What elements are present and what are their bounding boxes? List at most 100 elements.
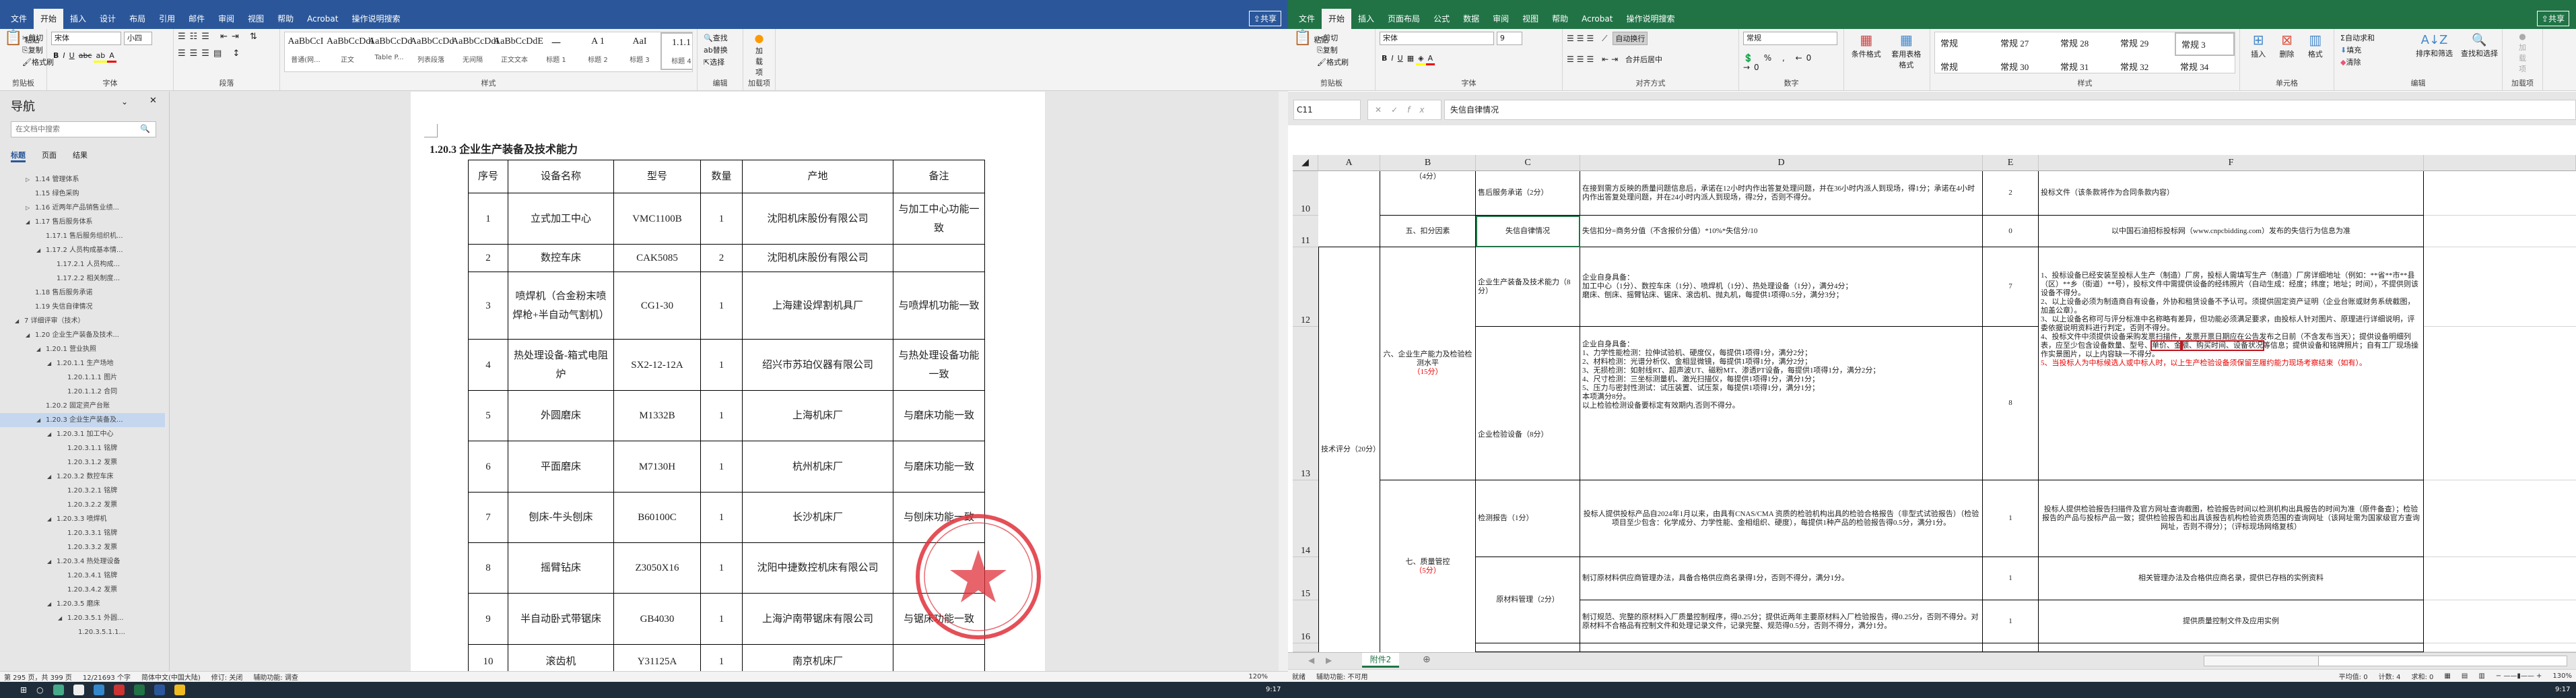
ribbon-tab[interactable]: 文件 [1292,9,1322,29]
list-buttons[interactable]: ☰☷☰ ⇤⇥ ⇅ [178,32,275,42]
cell-e17[interactable] [1983,643,2039,652]
nav-heading-item[interactable]: 1.19 失信自律情况 [0,300,165,314]
style-item[interactable]: 一标题 1 [535,32,577,70]
expand-caret-icon[interactable]: ◢ [36,413,40,427]
fill-button[interactable]: ⬇填充 [2338,44,2363,56]
row-header-12[interactable]: 12 [1293,247,1318,327]
cell-e10[interactable]: 2 [1983,171,2039,216]
nav-heading-item[interactable]: 1.20.2 固定资产台账 [0,399,165,413]
font-color-button[interactable]: A [1425,53,1435,65]
cell-f16[interactable]: 提供质量控制文件及应用实例 [2039,600,2424,643]
ribbon-tab[interactable]: 开始 [1322,9,1352,29]
nav-heading-item[interactable]: ◢ 1.20.3.4 热处理设备 [0,554,165,569]
cell-style-item[interactable]: 常规 30 [1995,56,2055,77]
formula-input[interactable]: 失信自律情况 [1444,100,2576,120]
nav-heading-item[interactable]: 1.20.3.1.1 铭牌 [0,441,165,455]
cancel-icon[interactable]: ✕ [1375,105,1391,115]
search-icon[interactable]: ○ [36,685,43,695]
nav-heading-item[interactable]: 1.20.3.3.1 铭牌 [0,526,165,540]
ribbon-tab[interactable]: 帮助 [271,9,300,29]
cell-c14[interactable]: 检测报告（1分） [1476,480,1580,557]
nav-heading-item[interactable]: 1.20.3.4.2 发票 [0,583,165,597]
nav-heading-item[interactable]: 1.20.3.3.2 发票 [0,540,165,554]
nav-heading-item[interactable]: ◢ 7 详细评审（技术） [0,314,165,328]
highlight-button[interactable]: ab [94,51,108,63]
sort-filter-button[interactable]: A↓Z 排序和筛选 [2414,33,2455,59]
replace-button[interactable]: ab替换 [702,44,730,56]
cell-g12[interactable] [2424,247,2576,327]
expand-caret-icon[interactable]: ◢ [36,243,40,257]
sheet-tab-active[interactable]: 附件2 [1362,653,1399,668]
row-header-15[interactable]: 15 [1293,557,1318,600]
cell-e16[interactable]: 1 [1983,600,2039,643]
style-item[interactable]: AaBbCcDdI 无间隔 [452,32,499,70]
nav-tab-pages[interactable]: 页面 [42,150,57,162]
normal-view-icon[interactable]: ▦ [2444,672,2450,680]
merge-center-button[interactable]: 合并后居中 [1623,53,1664,65]
expand-caret-icon[interactable]: ◢ [47,597,51,611]
border-button[interactable]: ▦ [1405,53,1416,63]
cell-b12[interactable]: 六、企业生产能力及检验检测水平 （15分） [1380,247,1476,480]
nav-heading-item[interactable]: 1.20.1.1.2 合同 [0,385,165,399]
cell-d15[interactable]: 制订原材料供应商管理办法，具备合格供应商名录得1分，否则不得分，满分1分。 [1580,557,1983,600]
ribbon-tab[interactable]: 插入 [63,9,93,29]
format-painter-button[interactable]: 🖌格式刷 [1315,56,1351,68]
halign-buttons[interactable]: ☰☰☰ ⇤⇥ [1567,55,1621,64]
nav-heading-item[interactable]: 1.20.3.2.2 发票 [0,498,165,512]
ribbon-tab[interactable]: 操作说明搜索 [1619,9,1681,29]
find-select-button[interactable]: 🔍 查找和选择 [2459,33,2500,59]
row-header-13[interactable]: 13 [1293,327,1318,480]
cell-style-item[interactable]: 常规 [1935,32,1995,56]
cell-e12[interactable]: 7 [1983,247,2039,327]
style-item[interactable]: AaBbCcDd Table P... [368,32,412,70]
ribbon-tab[interactable]: 数据 [1456,9,1486,29]
expand-caret-icon[interactable]: ◢ [47,554,51,569]
style-item[interactable]: AaBbCcI 普通(网... [285,32,327,70]
nav-tab-headings[interactable]: 标题 [11,150,26,162]
copy-button[interactable]: ⎘复制 [1315,44,1340,56]
cell-style-item[interactable]: 常规 3 [2175,32,2235,56]
font-size-select[interactable]: 小四 [123,32,152,45]
cell-f11[interactable]: 以中国石油招标投标网（www.cnpcbidding.com）发布的失信行为信息… [2039,216,2424,247]
expand-caret-icon[interactable]: ◢ [47,512,51,526]
ribbon-tab[interactable]: Acrobat [300,9,345,29]
app-icon[interactable] [113,685,125,695]
app-icon[interactable] [73,685,84,695]
column-header-e[interactable]: E [1983,155,2039,171]
nav-heading-item[interactable]: 1.20.3.5.1.1... [0,625,165,639]
cell-style-item[interactable]: 常规 32 [2115,56,2175,77]
nav-heading-item[interactable]: 1.20.1.1.1 图片 [0,371,165,385]
cell-c15[interactable]: 原材料管理（2分） [1476,557,1580,643]
column-header-c[interactable]: C [1476,155,1580,171]
cell-e15[interactable]: 1 [1983,557,2039,600]
cell-c10[interactable]: 售后服务承诺（2分） [1476,171,1580,216]
valign-buttons[interactable]: ☰☰☰ ⟋ [1567,34,1611,43]
cell-e14[interactable]: 1 [1983,480,2039,557]
cell-style-item[interactable]: 常规 29 [2115,32,2175,56]
row-header-17[interactable] [1293,643,1318,652]
column-header-b[interactable]: B [1380,155,1476,171]
autosum-button[interactable]: Σ自动求和 [2338,32,2377,44]
cell-c17[interactable] [1476,643,1580,652]
expand-caret-icon[interactable]: ◢ [26,215,30,229]
cell-d14[interactable]: 投标人提供投标产品自2024年1月以来，由具有CNAS/CMA 资质的检验机构出… [1580,480,1983,557]
horizontal-scrollbar[interactable] [2204,656,2567,666]
confirm-icon[interactable]: ✓ [1391,105,1407,115]
next-sheet-icon[interactable]: ▶ [1326,656,1332,665]
find-button[interactable]: 🔍查找 [702,32,730,44]
clear-button[interactable]: ◆清除 [2338,56,2363,68]
app-icon[interactable] [93,685,104,695]
share-button[interactable]: ⇪共享 [2536,11,2569,26]
formula-buttons[interactable]: ✕✓fx [1367,100,1442,120]
nav-heading-item[interactable]: ◢ 1.20.3 企业生产装备及... [0,413,165,427]
nav-options-icon[interactable]: ⌄ [121,97,128,106]
collapse-caret-icon[interactable]: ▷ [26,172,30,187]
nav-heading-item[interactable]: ▷ 1.16 近两年产品销售业绩... [0,201,165,215]
nav-heading-item[interactable]: 1.17.1 售后服务组织机... [0,229,165,243]
name-box[interactable]: C11 [1293,100,1361,120]
ribbon-tab[interactable]: 开始 [34,9,64,29]
cell-e11[interactable]: 0 [1983,216,2039,247]
cell-g16[interactable] [2424,600,2576,643]
cell-b14[interactable]: 七、质量管控 （5分） [1380,480,1476,652]
ribbon-tab[interactable]: 视图 [1516,9,1545,29]
